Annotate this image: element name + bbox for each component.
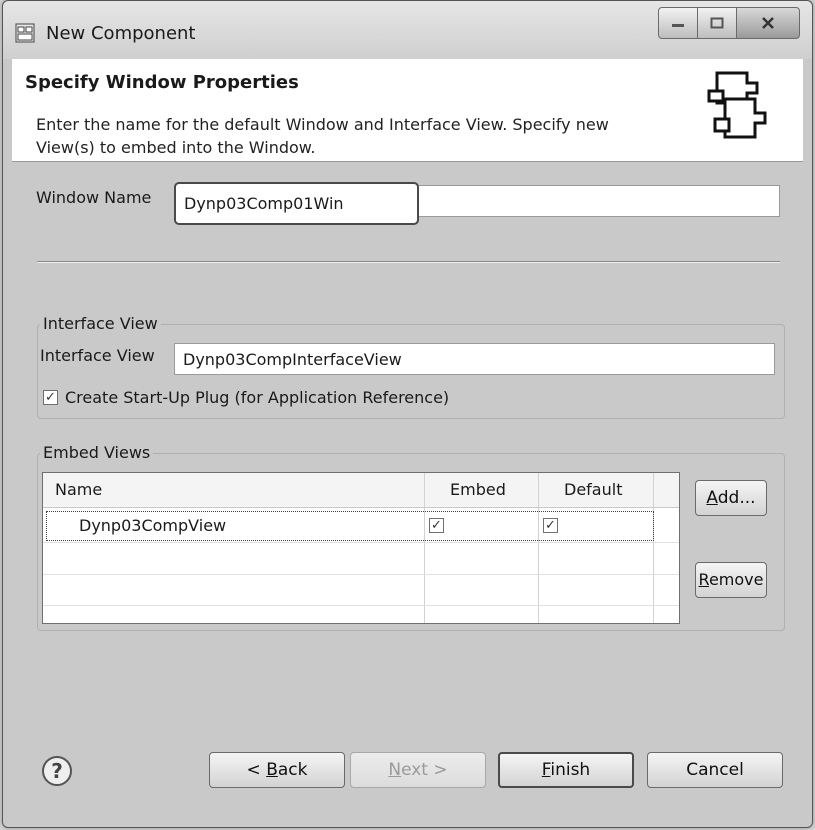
remove-button[interactable]: Remove <box>695 562 767 598</box>
column-header-name[interactable]: Name <box>55 473 102 507</box>
row-divider <box>43 605 679 606</box>
start-up-plug-checkbox[interactable]: ✓ <box>43 390 58 405</box>
wizard-banner-icon <box>707 71 767 139</box>
separator <box>37 261 780 263</box>
row-embed-checkbox[interactable]: ✓ <box>429 518 444 533</box>
wizard-footer: ? < Back Next > Finish Cancel <box>12 723 803 819</box>
add-button[interactable]: Add... <box>695 480 767 516</box>
title-bar[interactable]: New Component <box>3 1 812 59</box>
window-title: New Component <box>46 23 196 44</box>
column-divider <box>653 473 654 623</box>
next-button-label: ext > <box>401 760 448 780</box>
next-button-mnemonic: N <box>388 760 402 780</box>
embed-views-table[interactable]: Name Embed Default Dynp03CompView ✓ ✓ <box>42 472 680 624</box>
interface-view-group-title: Interface View <box>40 314 161 333</box>
row-divider <box>43 574 679 575</box>
interface-view-label: Interface View <box>40 346 155 365</box>
back-button[interactable]: < Back <box>209 752 345 788</box>
interface-view-input[interactable]: Dynp03CompInterfaceView <box>174 343 775 375</box>
new-component-dialog: New Component Specify Window Properties … <box>2 0 813 828</box>
embed-views-group-title: Embed Views <box>40 443 154 462</box>
close-icon <box>762 17 774 29</box>
window-name-input[interactable]: Dynp03Comp01Win <box>174 182 419 225</box>
minimize-icon <box>672 24 684 27</box>
close-button[interactable] <box>737 7 800 39</box>
row-default-checkbox[interactable]: ✓ <box>543 518 558 533</box>
table-header: Name Embed Default <box>43 473 679 508</box>
minimize-button[interactable] <box>658 7 698 39</box>
back-button-label: ack <box>277 760 308 780</box>
add-button-mnemonic: A <box>706 488 718 508</box>
help-icon[interactable]: ? <box>42 756 72 786</box>
remove-button-mnemonic: R <box>698 570 709 589</box>
maximize-icon <box>710 17 724 29</box>
column-header-embed[interactable]: Embed <box>450 473 506 507</box>
component-icon <box>15 23 35 43</box>
row-name-cell: Dynp03CompView <box>79 516 227 535</box>
window-controls <box>658 7 800 39</box>
row-divider <box>43 542 679 543</box>
maximize-button[interactable] <box>698 7 737 39</box>
page-title: Specify Window Properties <box>25 72 299 93</box>
finish-button[interactable]: Finish <box>498 752 634 788</box>
next-button[interactable]: Next > <box>350 752 486 788</box>
start-up-plug-label: Create Start-Up Plug (for Application Re… <box>65 388 450 407</box>
column-header-default[interactable]: Default <box>564 473 622 507</box>
add-button-label: dd... <box>717 488 756 508</box>
window-name-label: Window Name <box>36 188 152 207</box>
wizard-header: Specify Window Properties Enter the name… <box>12 59 803 162</box>
remove-button-label: emove <box>708 570 764 589</box>
page-description: Enter the name for the default Window an… <box>36 115 609 157</box>
wizard-content: Window Name Dynp03Comp01Win Interface Vi… <box>12 162 803 722</box>
cancel-button[interactable]: Cancel <box>647 752 783 788</box>
back-button-mnemonic: B <box>266 760 278 780</box>
finish-button-label: inish <box>550 760 591 780</box>
back-button-prefix: < <box>246 760 267 780</box>
column-divider <box>424 473 425 623</box>
column-divider <box>538 473 539 623</box>
